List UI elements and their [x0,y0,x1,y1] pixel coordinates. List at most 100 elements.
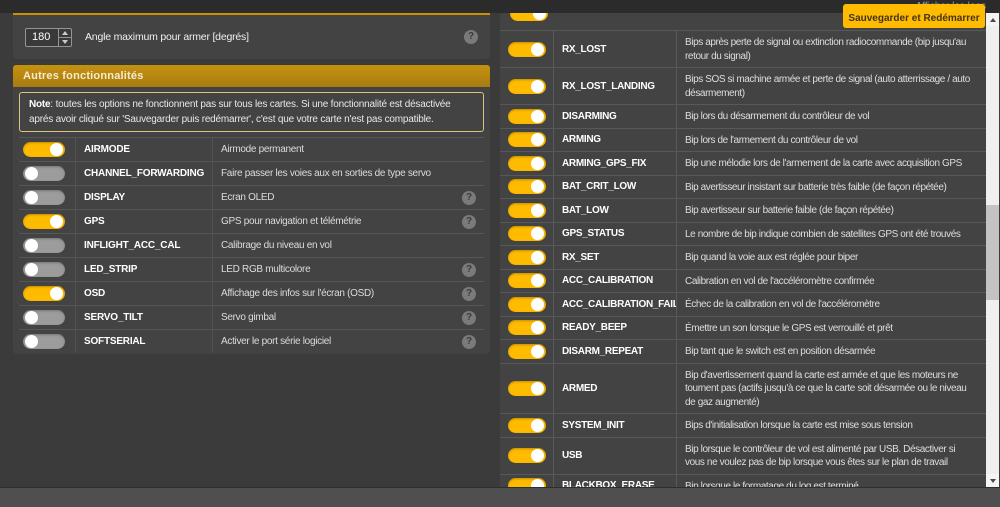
beeper-toggle-cell [500,68,553,104]
beeper-name: SYSTEM_INIT [553,414,676,437]
feature-description: Faire passer les voies aux en sorties de… [212,162,462,185]
beeper-description: Calibration en vol de l'accéléromètre co… [676,270,986,293]
beeper-toggle[interactable] [508,79,546,94]
beeper-toggle[interactable] [508,297,546,312]
help-icon[interactable]: ? [462,191,476,205]
feature-name: LED_STRIP [75,258,212,281]
beeper-toggle[interactable] [508,418,546,433]
help-icon[interactable]: ? [462,311,476,325]
beeper-row: DISARM_REPEAT Bip tant que le switch est… [500,339,986,363]
beeper-toggle[interactable] [508,478,546,487]
beeper-toggle-cell [500,129,553,152]
save-and-reboot-button[interactable]: Sauvegarder et Redémarrer [843,4,985,28]
feature-help-cell: ? [462,263,484,277]
toggle-knob [531,204,544,217]
feature-name: SOFTSERIAL [75,330,212,353]
beeper-row: SYSTEM_INIT Bips d'initialisation lorsqu… [500,413,986,437]
feature-row: AIRMODE Airmode permanent ? [19,137,484,161]
feature-toggle[interactable] [23,238,65,253]
feature-help-cell: ? [462,287,484,301]
beeper-description: Bip d'avertissement quand la carte est a… [676,364,986,414]
beeper-toggle[interactable] [510,13,548,21]
feature-description: Calibrage du niveau en vol [212,234,462,257]
beeper-toggle[interactable] [508,203,546,218]
beeper-row: DISARMING Bip lors du désarmement du con… [500,104,986,128]
beeper-toggle[interactable] [508,179,546,194]
beeper-toggle-cell [500,105,553,128]
feature-toggle[interactable] [23,334,65,349]
toggle-knob [25,239,38,252]
beeper-description: Bip quand la voie aux est réglée pour bi… [676,246,986,269]
beeper-toggle[interactable] [508,156,546,171]
scrollbar-down-button[interactable] [986,474,999,487]
help-icon[interactable]: ? [462,335,476,349]
beeper-toggle[interactable] [508,132,546,147]
beeper-toggle-cell [500,364,553,414]
stepper-down-button[interactable] [59,38,71,46]
toggle-knob [50,287,63,300]
beeper-toggle[interactable] [508,344,546,359]
help-icon[interactable]: ? [462,287,476,301]
beeper-description: Échec de la calibration en vol de l'accé… [676,293,986,316]
beeper-name: RX_LOST_LANDING [553,68,676,104]
stepper-up-button[interactable] [59,29,71,38]
feature-name: INFLIGHT_ACC_CAL [75,234,212,257]
beeper-toggle[interactable] [508,273,546,288]
feature-toggle-cell [19,334,75,349]
toggle-knob [531,180,544,193]
toggle-knob [531,80,544,93]
feature-toggle-cell [19,238,75,253]
feature-row: LED_STRIP LED RGB multicolore ? [19,257,484,281]
help-icon[interactable]: ? [462,215,476,229]
beeper-description: Bips après perte de signal ou extinction… [676,31,986,67]
max-arm-angle-input[interactable]: 180 [25,28,72,47]
beeper-toggle-cell [500,199,553,222]
beeper-toggle[interactable] [508,250,546,265]
beeper-toggle[interactable] [508,42,546,57]
scrollbar-thumb[interactable] [986,205,999,300]
help-icon[interactable]: ? [464,30,478,44]
features-list: AIRMODE Airmode permanent ? CHANNEL_FORW… [19,137,484,353]
feature-toggle[interactable] [23,286,65,301]
number-stepper [58,29,71,46]
toggle-knob [533,13,546,20]
beeper-toggle-cell [500,246,553,269]
beeper-name: GPS_STATUS [553,223,676,246]
toggle-knob [531,274,544,287]
toggle-knob [531,110,544,123]
scrollbar-up-button[interactable] [986,13,999,26]
feature-toggle[interactable] [23,310,65,325]
beeper-row: RX_SET Bip quand la voie aux est réglée … [500,245,986,269]
beeper-row: USB Bip lorsque le contrôleur de vol est… [500,437,986,474]
vertical-scrollbar[interactable] [986,13,999,487]
beeper-name: BAT_LOW [553,199,676,222]
max-arm-angle-value[interactable]: 180 [26,29,58,46]
feature-row: CHANNEL_FORWARDING Faire passer les voie… [19,161,484,185]
arming-settings-box: 180 Angle maximum pour armer [degrés] ? [13,13,490,59]
beeper-description: Bip avertisseur insistant sur batterie t… [676,176,986,199]
beeper-toggle[interactable] [508,320,546,335]
beeper-toggle[interactable] [508,226,546,241]
feature-description: GPS pour navigation et télémétrie [212,210,462,233]
beeper-toggle[interactable] [508,109,546,124]
feature-toggle-cell [19,166,75,181]
beeper-row: RX_LOST_LANDING Bips SOS si machine armé… [500,67,986,104]
feature-toggle[interactable] [23,142,65,157]
help-icon[interactable]: ? [462,263,476,277]
beeper-name: ARMING [553,129,676,152]
beeper-toggle[interactable] [508,381,546,396]
max-arm-angle-label: Angle maximum pour armer [degrés] [85,31,249,43]
beeper-toggle[interactable] [508,448,546,463]
toggle-knob [531,479,544,487]
feature-toggle[interactable] [23,214,65,229]
feature-toggle[interactable] [23,190,65,205]
feature-help-cell: ? [462,143,484,157]
feature-toggle[interactable] [23,262,65,277]
beeper-name: RX_LOST [553,31,676,67]
other-features-box: Autres fonctionnalités Note: toutes les … [13,65,490,354]
feature-toggle[interactable] [23,166,65,181]
beeper-toggle-cell [500,152,553,175]
beeper-name: DISARMING [553,105,676,128]
beeper-row: BAT_LOW Bip avertisseur sur batterie fai… [500,198,986,222]
feature-toggle-cell [19,262,75,277]
